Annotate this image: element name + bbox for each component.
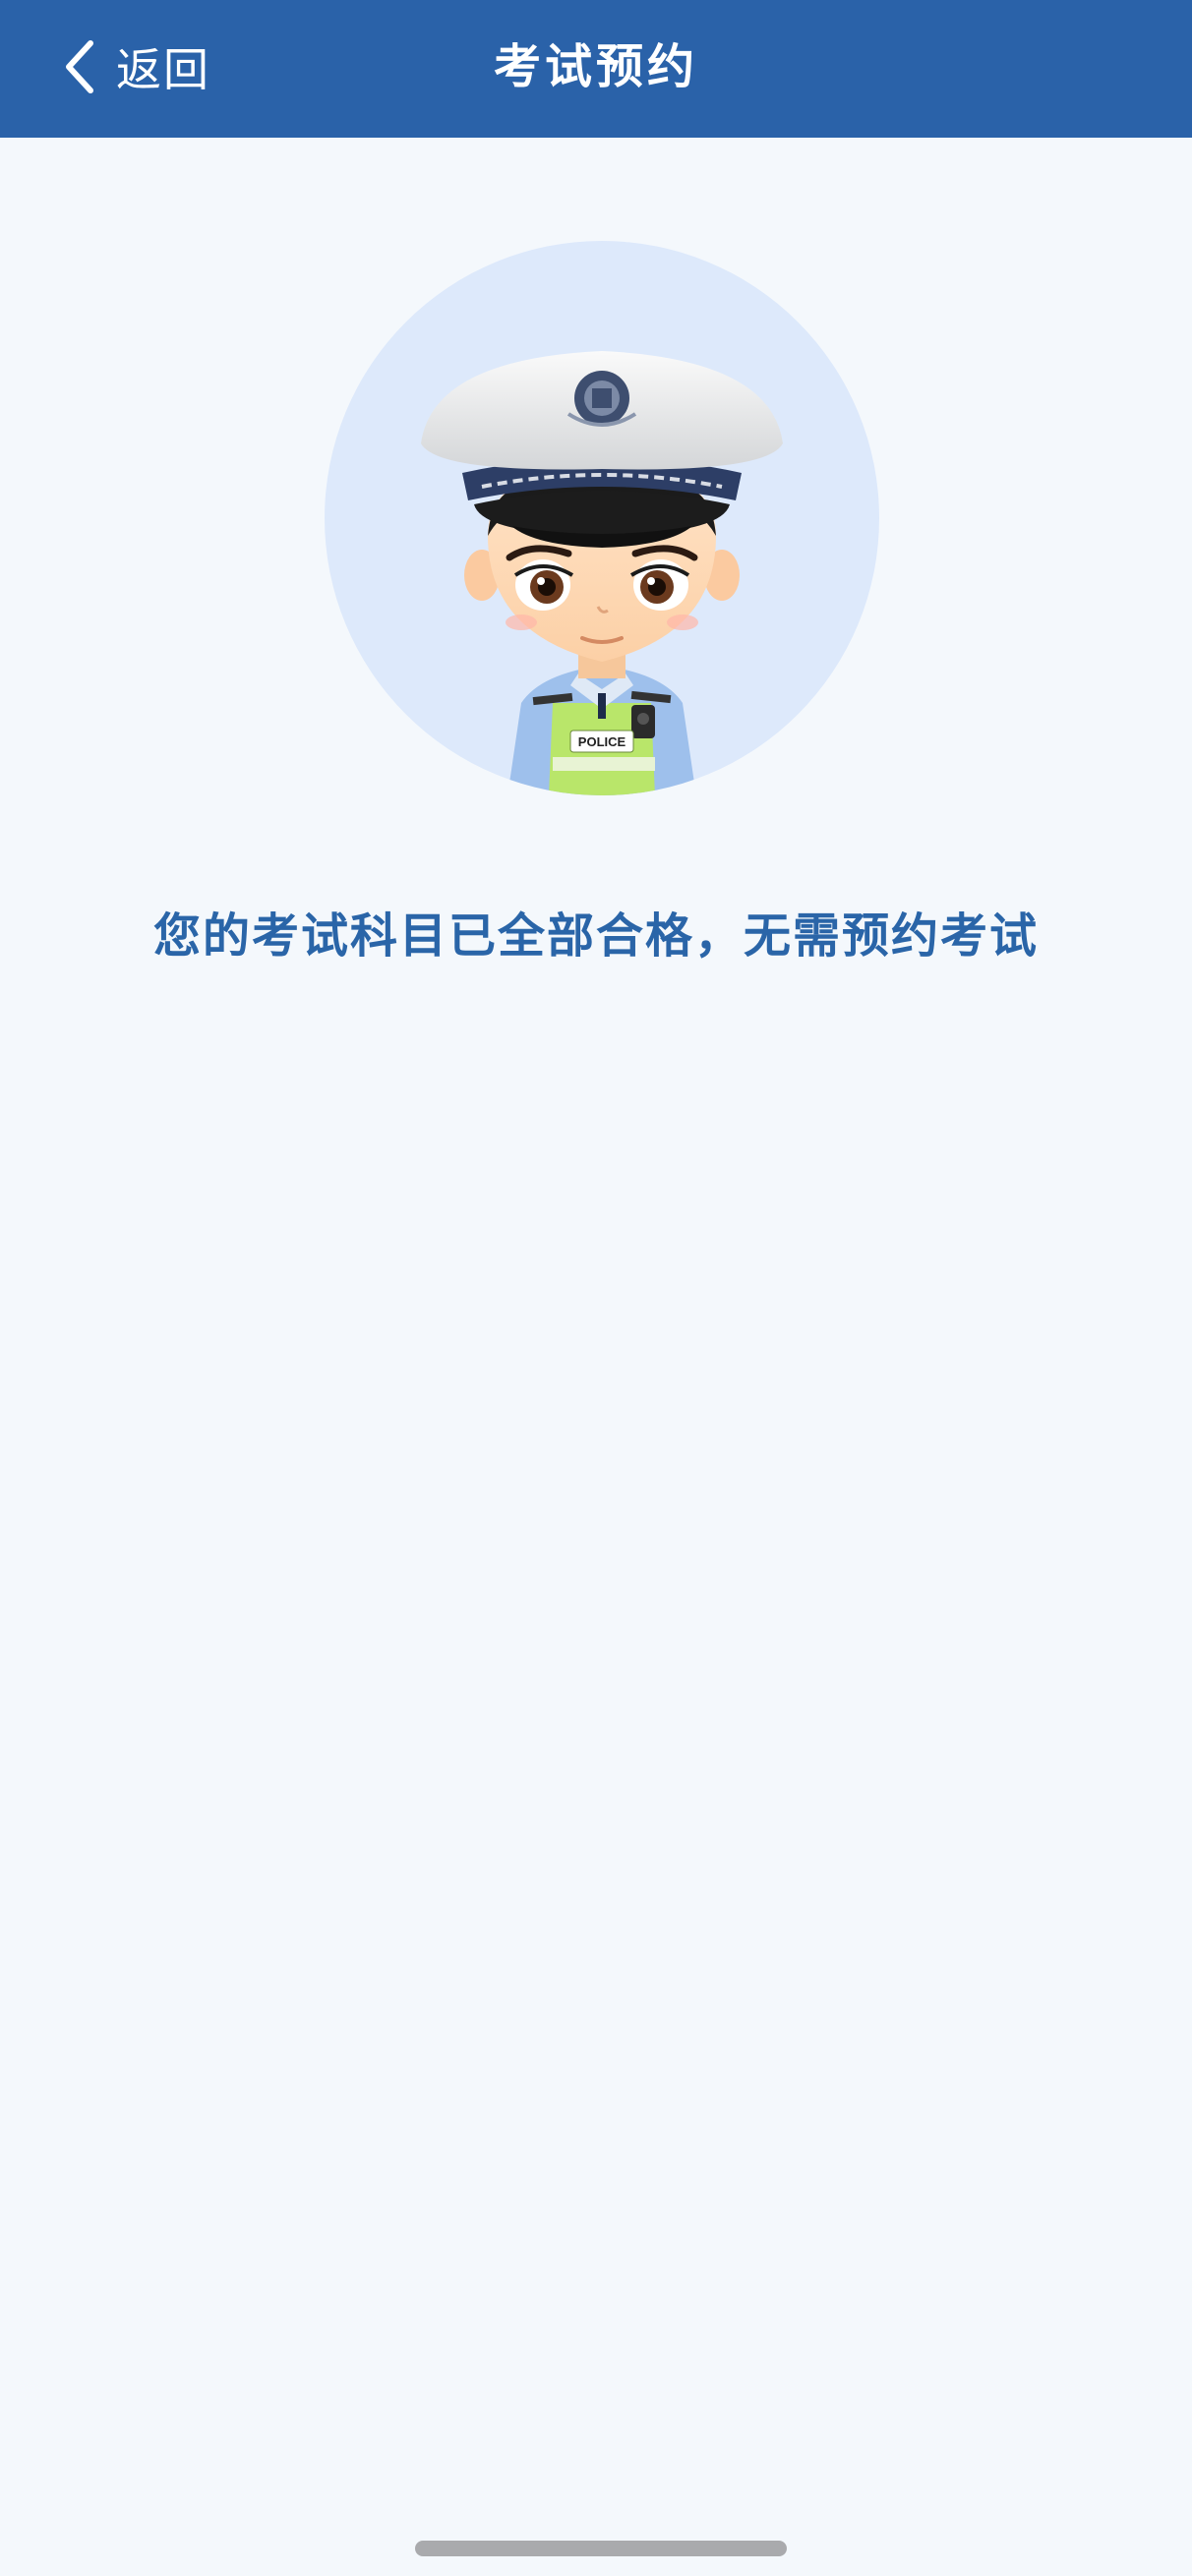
exam-appointment-screen: 返回 考试预约 POLICE 您的考试科目已全部合格，无需预约考试 (0, 0, 1192, 2576)
chevron-left-icon (59, 37, 98, 96)
back-label: 返回 (116, 43, 210, 96)
back-button[interactable]: 返回 (59, 28, 210, 106)
all-passed-message: 您的考试科目已全部合格，无需预约考试 (152, 908, 1039, 964)
navigation-bar: 返回 考试预约 (0, 0, 1192, 138)
police-badge-text: POLICE (578, 734, 626, 749)
home-indicator[interactable] (415, 2541, 787, 2556)
police-officer-avatar: POLICE (325, 241, 880, 796)
